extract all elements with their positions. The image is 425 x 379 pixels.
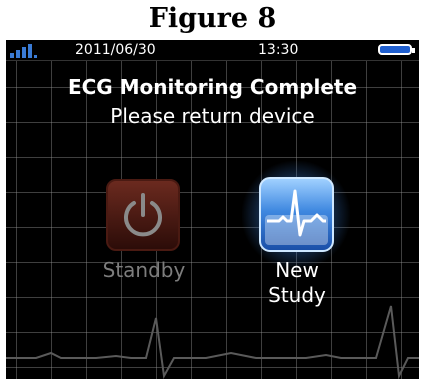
new-study-label-line2: Study xyxy=(268,283,326,307)
status-headline: ECG Monitoring Complete xyxy=(67,75,358,99)
figure-title: Figure 8 xyxy=(148,3,277,34)
battery-icon xyxy=(378,44,415,55)
ecg-trace-background xyxy=(6,305,419,379)
new-study-button[interactable] xyxy=(259,177,334,252)
new-study-label: New Study xyxy=(242,258,352,308)
status-bar: 2011/06/30 13:30 xyxy=(6,40,419,61)
standby-button[interactable] xyxy=(106,179,180,251)
new-study-label-line1: New xyxy=(275,258,319,282)
ecg-heartbeat-icon xyxy=(265,189,328,245)
standby-label: Standby xyxy=(102,258,186,282)
status-date: 2011/06/30 xyxy=(75,42,156,58)
signal-strength-icon xyxy=(10,44,37,58)
device-screen: 2011/06/30 13:30 ECG Monitoring Complete… xyxy=(6,40,419,379)
power-icon xyxy=(124,193,162,237)
status-subline: Please return device xyxy=(110,104,315,128)
status-time: 13:30 xyxy=(258,42,299,58)
